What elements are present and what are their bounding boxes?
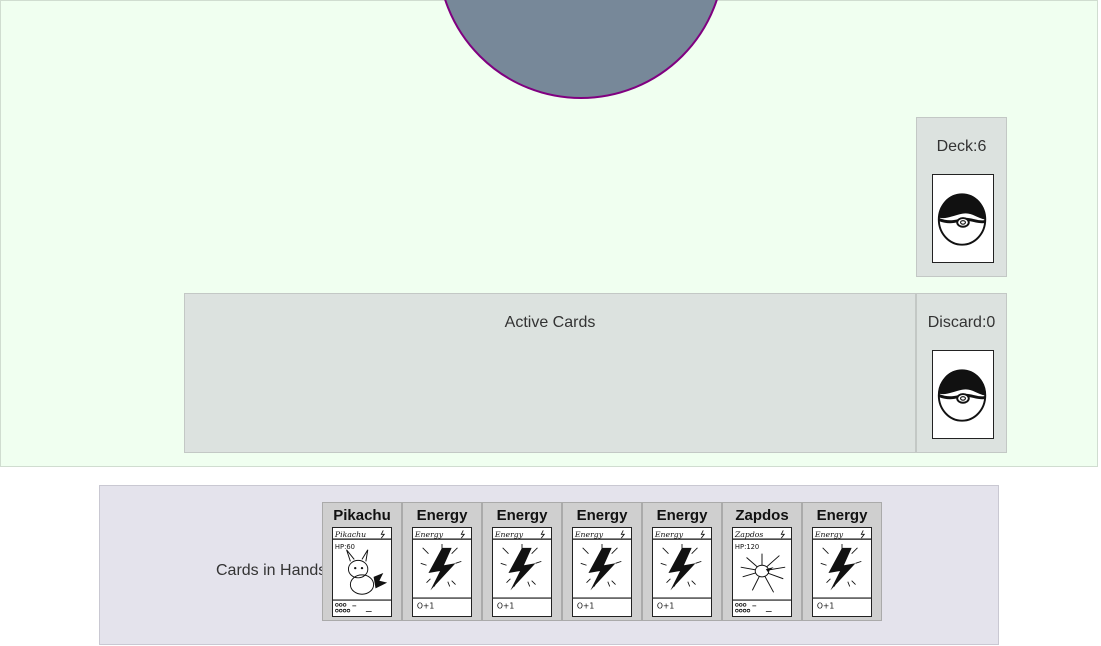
active-cards-label: Active Cards — [504, 314, 596, 331]
card-art-title: Energy — [494, 530, 524, 539]
card-art-title: Energy — [654, 530, 684, 539]
lightning-icon: Energy O+1 — [572, 527, 632, 617]
pikachu-icon: Pikachu HP:60 — [332, 527, 392, 617]
discard-pile[interactable]: Discard:0 — [916, 293, 1007, 453]
card-name: Zapdos — [735, 507, 789, 524]
pokeball-card-back-icon[interactable] — [932, 174, 994, 263]
lightning-icon: Energy O+1 — [652, 527, 712, 617]
pokeball-card-back-icon[interactable] — [932, 350, 994, 439]
hand-card-pikachu[interactable]: Pikachu Pikachu HP:60 — [322, 502, 402, 621]
lightning-icon: Energy O+1 — [492, 527, 552, 617]
hand-card-energy[interactable]: Energy Energy O+1 — [642, 502, 722, 621]
hand-card-energy[interactable]: Energy Energy O+1 — [402, 502, 482, 621]
zapdos-icon: Zapdos HP:120 — [732, 527, 792, 617]
card-footer: O+1 — [577, 602, 595, 611]
card-art-title: Zapdos — [734, 530, 763, 539]
card-art-title: Energy — [414, 530, 444, 539]
card-footer: O+1 — [497, 602, 515, 611]
hand-cards-row: Pikachu Pikachu HP:60 Energy Energy O+1 Energy… — [322, 502, 882, 621]
card-name: Energy — [656, 507, 708, 524]
lightning-icon: Energy O+1 — [412, 527, 472, 617]
card-name: Energy — [496, 507, 548, 524]
card-hp: HP:120 — [735, 543, 759, 551]
card-name: Energy — [416, 507, 468, 524]
opponent-avatar — [437, 0, 725, 99]
card-footer: O+1 — [817, 602, 835, 611]
card-footer: O+1 — [657, 602, 675, 611]
deck-pile[interactable]: Deck:6 — [916, 117, 1007, 277]
game-board: Deck:6 Active Cards Discard:0 — [0, 0, 1098, 467]
active-cards-area[interactable]: Active Cards — [184, 293, 916, 453]
card-name: Energy — [816, 507, 868, 524]
card-hp: HP:60 — [335, 543, 355, 551]
hand-card-energy[interactable]: Energy Energy O+1 — [482, 502, 562, 621]
deck-count-label: Deck:6 — [936, 138, 987, 155]
hand-card-energy[interactable]: Energy Energy O+1 — [802, 502, 882, 621]
hand-card-energy[interactable]: Energy Energy O+1 — [562, 502, 642, 621]
card-art-title: Energy — [574, 530, 604, 539]
hand-card-zapdos[interactable]: Zapdos Zapdos HP:120 — [722, 502, 802, 621]
card-name: Energy — [576, 507, 628, 524]
card-art-title: Pikachu — [334, 530, 366, 539]
hand-label: Cards in Hands — [216, 562, 327, 579]
discard-count-label: Discard:0 — [927, 314, 996, 331]
hand-area: Cards in Hands Pikachu Pikachu HP:60 Energy… — [99, 485, 999, 645]
card-art-title: Energy — [814, 530, 844, 539]
card-footer: O+1 — [417, 602, 435, 611]
lightning-icon: Energy O+1 — [812, 527, 872, 617]
card-name: Pikachu — [333, 507, 391, 524]
